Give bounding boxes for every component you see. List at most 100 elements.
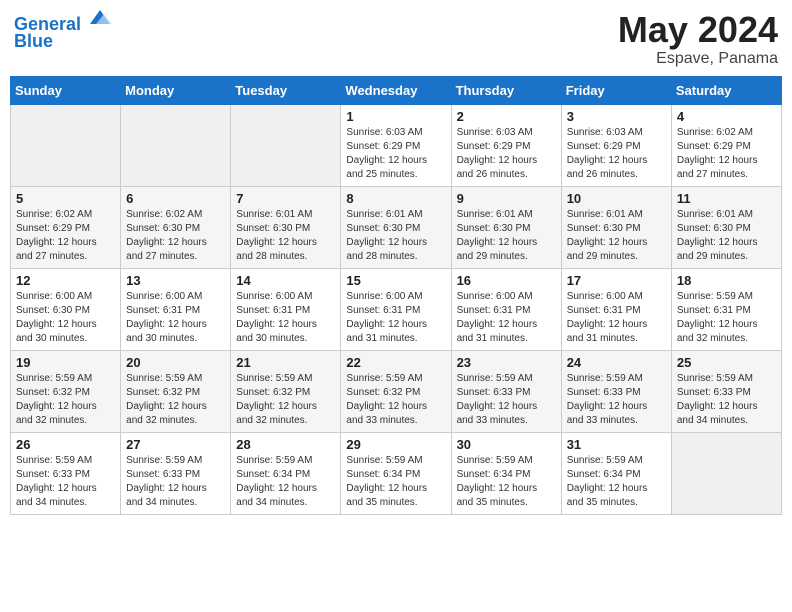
- day-info-text: Sunset: 6:34 PM: [346, 468, 445, 482]
- logo-icon: [88, 6, 112, 30]
- day-of-week-header: Sunday: [11, 76, 121, 104]
- day-info-text: Sunrise: 6:00 AM: [126, 290, 225, 304]
- day-info-text: Sunrise: 5:59 AM: [16, 454, 115, 468]
- day-info-text: Sunset: 6:29 PM: [567, 140, 666, 154]
- day-number: 25: [677, 355, 776, 370]
- day-info-text: Sunrise: 5:59 AM: [567, 454, 666, 468]
- day-info-text: Sunrise: 5:59 AM: [16, 372, 115, 386]
- day-info-text: Daylight: 12 hours and 34 minutes.: [236, 482, 335, 510]
- calendar-cell: 2Sunrise: 6:03 AMSunset: 6:29 PMDaylight…: [451, 104, 561, 186]
- day-info-text: Sunset: 6:31 PM: [677, 304, 776, 318]
- day-info-text: Sunrise: 6:01 AM: [346, 208, 445, 222]
- day-number: 1: [346, 109, 445, 124]
- calendar-cell: 8Sunrise: 6:01 AMSunset: 6:30 PMDaylight…: [341, 186, 451, 268]
- day-info-text: Daylight: 12 hours and 33 minutes.: [346, 400, 445, 428]
- day-info-text: Sunrise: 6:01 AM: [236, 208, 335, 222]
- day-info-text: Daylight: 12 hours and 27 minutes.: [126, 236, 225, 264]
- day-info-text: Daylight: 12 hours and 32 minutes.: [16, 400, 115, 428]
- calendar-cell: [671, 432, 781, 514]
- day-info-text: Sunset: 6:31 PM: [457, 304, 556, 318]
- day-number: 30: [457, 437, 556, 452]
- day-info-text: Daylight: 12 hours and 32 minutes.: [236, 400, 335, 428]
- calendar-cell: [11, 104, 121, 186]
- calendar-cell: 14Sunrise: 6:00 AMSunset: 6:31 PMDayligh…: [231, 268, 341, 350]
- day-number: 22: [346, 355, 445, 370]
- day-number: 12: [16, 273, 115, 288]
- day-number: 9: [457, 191, 556, 206]
- day-info-text: Daylight: 12 hours and 35 minutes.: [567, 482, 666, 510]
- calendar-cell: 31 Sunrise: 5:59 AMSunset: 6:34 PMDayligh…: [561, 432, 671, 514]
- day-number: 13: [126, 273, 225, 288]
- day-info-text: Daylight: 12 hours and 28 minutes.: [346, 236, 445, 264]
- day-info-text: Sunrise: 6:01 AM: [567, 208, 666, 222]
- calendar-cell: 4Sunrise: 6:02 AMSunset: 6:29 PMDaylight…: [671, 104, 781, 186]
- day-number: 27: [126, 437, 225, 452]
- day-info-text: Daylight: 12 hours and 27 minutes.: [677, 154, 776, 182]
- day-info-text: Sunrise: 5:59 AM: [236, 454, 335, 468]
- logo: General Blue: [14, 10, 112, 52]
- day-number: 28: [236, 437, 335, 452]
- day-number: 16: [457, 273, 556, 288]
- day-info-text: Sunset: 6:31 PM: [567, 304, 666, 318]
- day-info-text: Sunset: 6:33 PM: [567, 386, 666, 400]
- day-number: 10: [567, 191, 666, 206]
- day-info-text: Sunrise: 6:03 AM: [346, 126, 445, 140]
- day-info-text: Daylight: 12 hours and 29 minutes.: [457, 236, 556, 264]
- day-of-week-header: Thursday: [451, 76, 561, 104]
- day-info-text: Sunrise: 6:01 AM: [677, 208, 776, 222]
- day-number: 20: [126, 355, 225, 370]
- day-info-text: Daylight: 12 hours and 30 minutes.: [236, 318, 335, 346]
- calendar-cell: 17Sunrise: 6:00 AMSunset: 6:31 PMDayligh…: [561, 268, 671, 350]
- day-number: 18: [677, 273, 776, 288]
- day-number: 24: [567, 355, 666, 370]
- day-number: 2: [457, 109, 556, 124]
- calendar-cell: 16Sunrise: 6:00 AMSunset: 6:31 PMDayligh…: [451, 268, 561, 350]
- day-info-text: Sunset: 6:31 PM: [236, 304, 335, 318]
- calendar-week-row: 12Sunrise: 6:00 AMSunset: 6:30 PMDayligh…: [11, 268, 782, 350]
- day-info-text: Sunset: 6:34 PM: [457, 468, 556, 482]
- calendar-cell: 3Sunrise: 6:03 AMSunset: 6:29 PMDaylight…: [561, 104, 671, 186]
- calendar-cell: 6Sunrise: 6:02 AMSunset: 6:30 PMDaylight…: [121, 186, 231, 268]
- day-info-text: Sunset: 6:31 PM: [126, 304, 225, 318]
- day-info-text: Sunset: 6:32 PM: [346, 386, 445, 400]
- calendar-cell: 29Sunrise: 5:59 AMSunset: 6:34 PMDayligh…: [341, 432, 451, 514]
- day-info-text: Daylight: 12 hours and 31 minutes.: [567, 318, 666, 346]
- day-info-text: Daylight: 12 hours and 33 minutes.: [567, 400, 666, 428]
- day-info-text: Sunset: 6:33 PM: [126, 468, 225, 482]
- calendar-cell: 12Sunrise: 6:00 AMSunset: 6:30 PMDayligh…: [11, 268, 121, 350]
- day-info-text: Sunset: 6:34 PM: [567, 468, 666, 482]
- day-info-text: Daylight: 12 hours and 30 minutes.: [16, 318, 115, 346]
- calendar-week-row: 1Sunrise: 6:03 AMSunset: 6:29 PMDaylight…: [11, 104, 782, 186]
- calendar-cell: 27Sunrise: 5:59 AMSunset: 6:33 PMDayligh…: [121, 432, 231, 514]
- day-info-text: Daylight: 12 hours and 26 minutes.: [457, 154, 556, 182]
- day-number: 11: [677, 191, 776, 206]
- day-info-text: Daylight: 12 hours and 35 minutes.: [457, 482, 556, 510]
- page-header: General Blue May 2024 Espave, Panama: [10, 10, 782, 68]
- day-info-text: Sunset: 6:29 PM: [677, 140, 776, 154]
- day-info-text: Sunrise: 5:59 AM: [126, 454, 225, 468]
- calendar-cell: 18Sunrise: 5:59 AMSunset: 6:31 PMDayligh…: [671, 268, 781, 350]
- day-info-text: Sunrise: 6:00 AM: [236, 290, 335, 304]
- day-of-week-header: Friday: [561, 76, 671, 104]
- day-info-text: Sunrise: 5:59 AM: [677, 290, 776, 304]
- calendar-cell: 15Sunrise: 6:00 AMSunset: 6:31 PMDayligh…: [341, 268, 451, 350]
- day-info-text: Sunset: 6:34 PM: [236, 468, 335, 482]
- day-number: 31: [567, 437, 666, 452]
- day-number: 8: [346, 191, 445, 206]
- day-number: 29: [346, 437, 445, 452]
- day-info-text: Sunrise: 5:59 AM: [236, 372, 335, 386]
- day-number: 21: [236, 355, 335, 370]
- day-number: 5: [16, 191, 115, 206]
- day-of-week-header: Wednesday: [341, 76, 451, 104]
- day-info-text: Sunrise: 6:00 AM: [346, 290, 445, 304]
- calendar-cell: 22Sunrise: 5:59 AMSunset: 6:32 PMDayligh…: [341, 350, 451, 432]
- day-info-text: Sunset: 6:31 PM: [346, 304, 445, 318]
- day-info-text: Daylight: 12 hours and 30 minutes.: [126, 318, 225, 346]
- calendar-cell: 1Sunrise: 6:03 AMSunset: 6:29 PMDaylight…: [341, 104, 451, 186]
- day-info-text: Sunrise: 5:59 AM: [567, 372, 666, 386]
- day-info-text: Daylight: 12 hours and 31 minutes.: [346, 318, 445, 346]
- day-info-text: Daylight: 12 hours and 35 minutes.: [346, 482, 445, 510]
- day-info-text: Daylight: 12 hours and 28 minutes.: [236, 236, 335, 264]
- calendar-cell: 19Sunrise: 5:59 AMSunset: 6:32 PMDayligh…: [11, 350, 121, 432]
- calendar-week-row: 26Sunrise: 5:59 AMSunset: 6:33 PMDayligh…: [11, 432, 782, 514]
